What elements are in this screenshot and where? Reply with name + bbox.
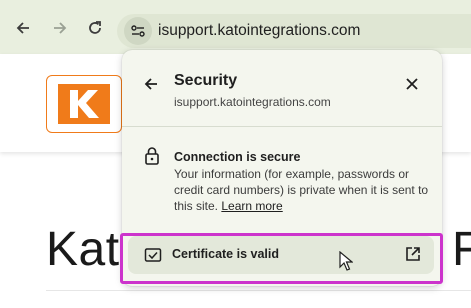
learn-more-link[interactable]: Learn more xyxy=(221,199,282,213)
site-info-button[interactable] xyxy=(124,17,152,45)
popup-back-button[interactable] xyxy=(140,73,162,95)
forward-button[interactable] xyxy=(48,16,72,40)
back-arrow-icon xyxy=(144,78,157,90)
connection-description-text: Your information (for example, passwords… xyxy=(174,167,429,213)
popup-title: Security xyxy=(174,72,238,89)
close-icon xyxy=(406,78,418,90)
connection-description: Your information (for example, passwords… xyxy=(174,166,436,214)
forward-arrow-icon xyxy=(54,22,67,34)
popup-divider xyxy=(122,126,442,127)
close-button[interactable] xyxy=(400,72,424,96)
url-text[interactable]: isupport.katointegrations.com xyxy=(158,22,360,40)
certificate-label: Certificate is valid xyxy=(172,247,279,261)
certificate-button[interactable]: Certificate is valid xyxy=(128,236,434,274)
back-button[interactable] xyxy=(11,16,35,40)
external-link-icon[interactable] xyxy=(404,245,422,263)
reload-button[interactable] xyxy=(83,16,107,40)
site-logo[interactable] xyxy=(46,75,122,133)
mouse-cursor-icon xyxy=(339,251,353,271)
page-heading-fragment: F xyxy=(452,223,471,276)
connection-status-title: Connection is secure xyxy=(174,150,301,164)
browser-toolbar: isupport.katointegrations.com xyxy=(0,0,471,54)
page-heading: Kat xyxy=(46,223,120,276)
back-arrow-icon xyxy=(16,22,29,34)
popup-subtitle: isupport.katointegrations.com xyxy=(174,95,331,109)
kato-logo-icon xyxy=(58,84,110,124)
lock-icon xyxy=(145,147,159,165)
security-popup: Security isupport.katointegrations.com C… xyxy=(122,50,442,286)
reload-icon xyxy=(89,21,101,34)
page-divider xyxy=(46,290,471,291)
site-info-icon xyxy=(131,25,145,37)
certificate-icon xyxy=(144,248,162,262)
